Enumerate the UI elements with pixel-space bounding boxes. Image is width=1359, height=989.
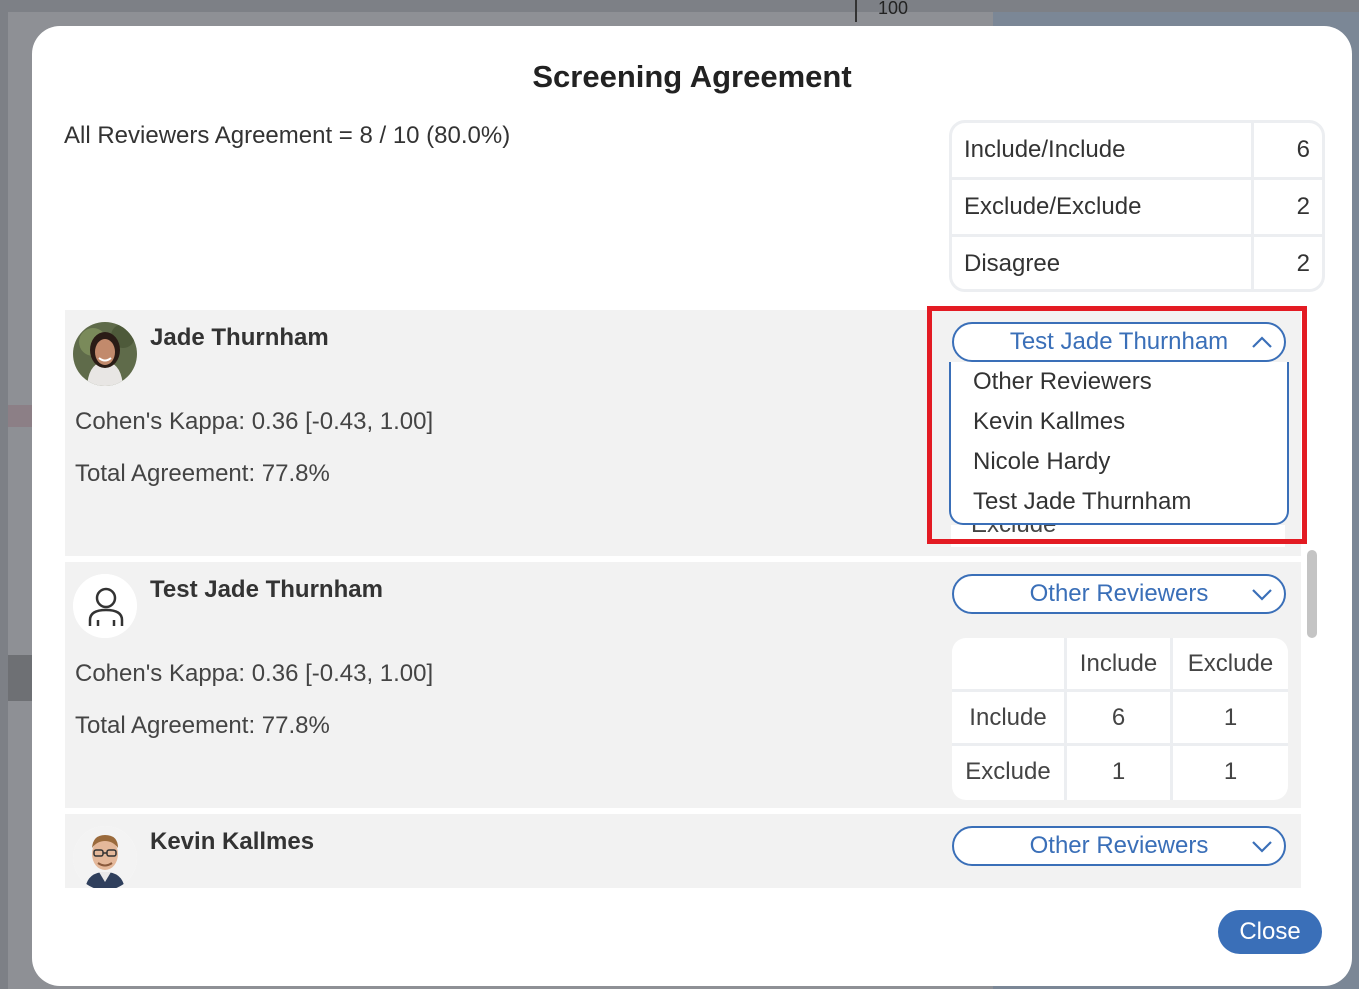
chevron-down-icon: [1252, 589, 1272, 601]
summary-row-value: 2: [1296, 193, 1310, 220]
chevron-down-icon: [1252, 841, 1272, 853]
scrollbar-thumb[interactable]: [1307, 550, 1317, 638]
cohens-kappa: Cohen's Kappa: 0.36 [-0.43, 1.00]: [75, 408, 434, 435]
summary-row: Exclude/Exclude 2: [952, 180, 1322, 237]
summary-row: Include/Include 6: [952, 123, 1322, 180]
screening-agreement-modal: Screening Agreement All Reviewers Agreem…: [32, 26, 1352, 986]
matrix-cell: 1: [1223, 758, 1238, 785]
reviewer-card-test-jade-thurnham: Test Jade Thurnham Cohen's Kappa: 0.36 […: [65, 562, 1301, 808]
select-value: Other Reviewers: [1029, 832, 1209, 859]
matrix-row: Include 6 1: [952, 692, 1288, 746]
modal-title: Screening Agreement: [532, 59, 852, 94]
summary-row-label: Include/Include: [952, 123, 1254, 177]
agreement-summary-table: Include/Include 6 Exclude/Exclude 2 Disa…: [949, 120, 1325, 292]
avatar: [73, 826, 137, 888]
reviewer-name: Jade Thurnham: [150, 324, 329, 351]
matrix-cell: 1: [1067, 746, 1173, 800]
all-reviewers-agreement: All Reviewers Agreement = 8 / 10 (80.0%): [64, 122, 511, 149]
summary-row-label: Disagree: [952, 237, 1254, 289]
matrix-row-header: Exclude: [952, 746, 1067, 800]
matrix-col-header: Exclude: [1187, 650, 1274, 677]
confusion-matrix: Include Exclude Include 6 1 Exclude 1 1: [952, 638, 1288, 800]
matrix-cell: 1: [1223, 704, 1238, 731]
backdrop-axis-label: 100: [878, 0, 909, 18]
user-icon: [73, 574, 137, 638]
summary-row-value: 2: [1296, 250, 1310, 277]
matrix-header-row: Include Exclude: [952, 638, 1288, 692]
reviewer-card-kevin-kallmes: Kevin Kallmes Other Reviewers: [65, 814, 1301, 888]
backdrop-axis-line: [855, 0, 857, 22]
matrix-row-header: Include: [952, 692, 1067, 743]
close-button[interactable]: Close: [1218, 910, 1322, 954]
cohens-kappa: Cohen's Kappa: 0.36 [-0.43, 1.00]: [75, 660, 434, 687]
summary-row-label: Exclude/Exclude: [952, 180, 1254, 234]
avatar: [73, 322, 137, 386]
matrix-col-header: Include: [1067, 638, 1173, 689]
matrix-corner: [952, 638, 1067, 689]
compare-reviewer-select[interactable]: Other Reviewers: [952, 826, 1286, 866]
summary-row: Disagree 2: [952, 237, 1322, 289]
matrix-cell: 6: [1067, 692, 1173, 743]
total-agreement: Total Agreement: 77.8%: [75, 712, 330, 739]
compare-reviewer-select[interactable]: Other Reviewers: [952, 574, 1286, 614]
highlight-box: [927, 306, 1307, 544]
reviewer-name: Kevin Kallmes: [150, 828, 315, 855]
total-agreement: Total Agreement: 77.8%: [75, 460, 330, 487]
reviewer-name: Test Jade Thurnham: [150, 576, 383, 603]
matrix-row: Exclude 1 1: [952, 746, 1288, 800]
summary-row-value: 6: [1296, 136, 1310, 163]
select-value: Other Reviewers: [1029, 580, 1209, 607]
